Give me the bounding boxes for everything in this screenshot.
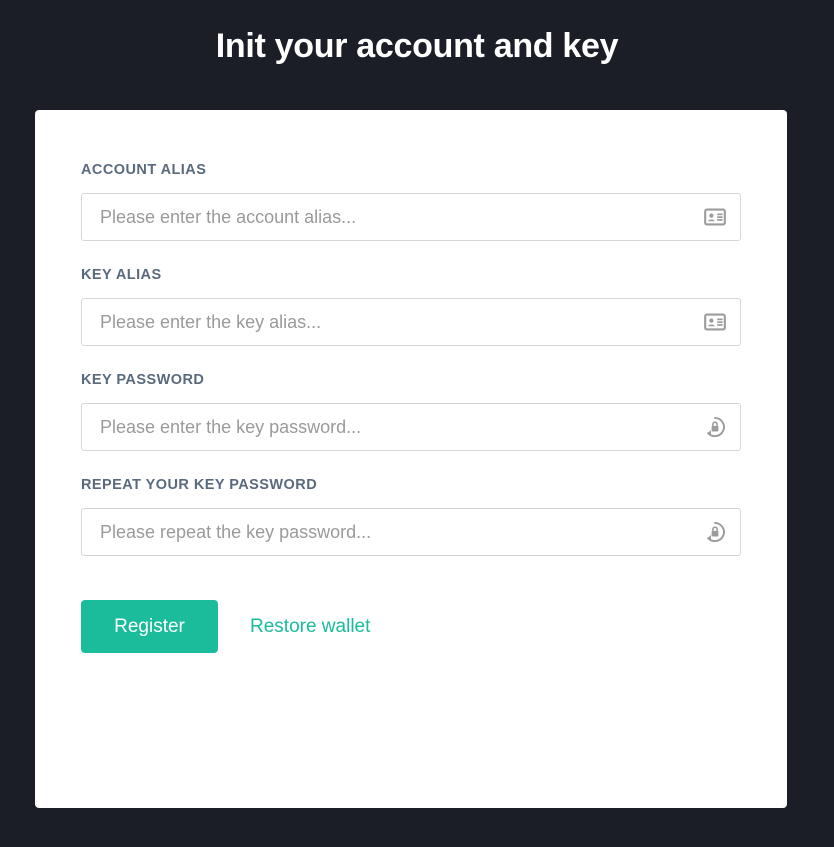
register-button[interactable]: Register (81, 600, 218, 653)
repeat-key-password-input[interactable] (82, 509, 692, 555)
page-root: Init your account and key ACCOUNT ALIAS (0, 0, 834, 847)
label-repeat-key-password: REPEAT YOUR KEY PASSWORD (81, 477, 318, 493)
id-card-icon (704, 206, 726, 228)
key-password-input[interactable] (82, 404, 692, 450)
account-alias-input-wrap[interactable] (81, 193, 741, 241)
key-password-input-wrap[interactable] (81, 403, 741, 451)
page-title: Init your account and key (215, 27, 619, 65)
label-account-alias: ACCOUNT ALIAS (81, 162, 207, 178)
id-card-icon (704, 311, 726, 333)
registration-card: ACCOUNT ALIAS Please enter the account a… (35, 110, 787, 808)
lock-reset-icon (704, 416, 726, 438)
field-group-key-alias: KEY ALIAS (81, 267, 741, 346)
repeat-key-password-input-wrap[interactable] (81, 508, 741, 556)
field-group-repeat-key-password: REPEAT YOUR KEY PASSWORD (81, 477, 741, 556)
label-key-password: KEY PASSWORD (81, 372, 205, 388)
card-content: ACCOUNT ALIAS Please enter the account a… (35, 110, 787, 653)
account-alias-input[interactable] (82, 194, 692, 240)
form-actions: Register Restore wallet (81, 600, 741, 653)
key-alias-input[interactable] (82, 299, 692, 345)
lock-reset-icon (704, 521, 726, 543)
restore-wallet-link[interactable]: Restore wallet (250, 616, 370, 638)
label-key-alias: KEY ALIAS (81, 267, 162, 283)
field-group-key-password: KEY PASSWORD (81, 372, 741, 451)
key-alias-input-wrap[interactable] (81, 298, 741, 346)
field-group-account-alias: ACCOUNT ALIAS (81, 162, 741, 241)
